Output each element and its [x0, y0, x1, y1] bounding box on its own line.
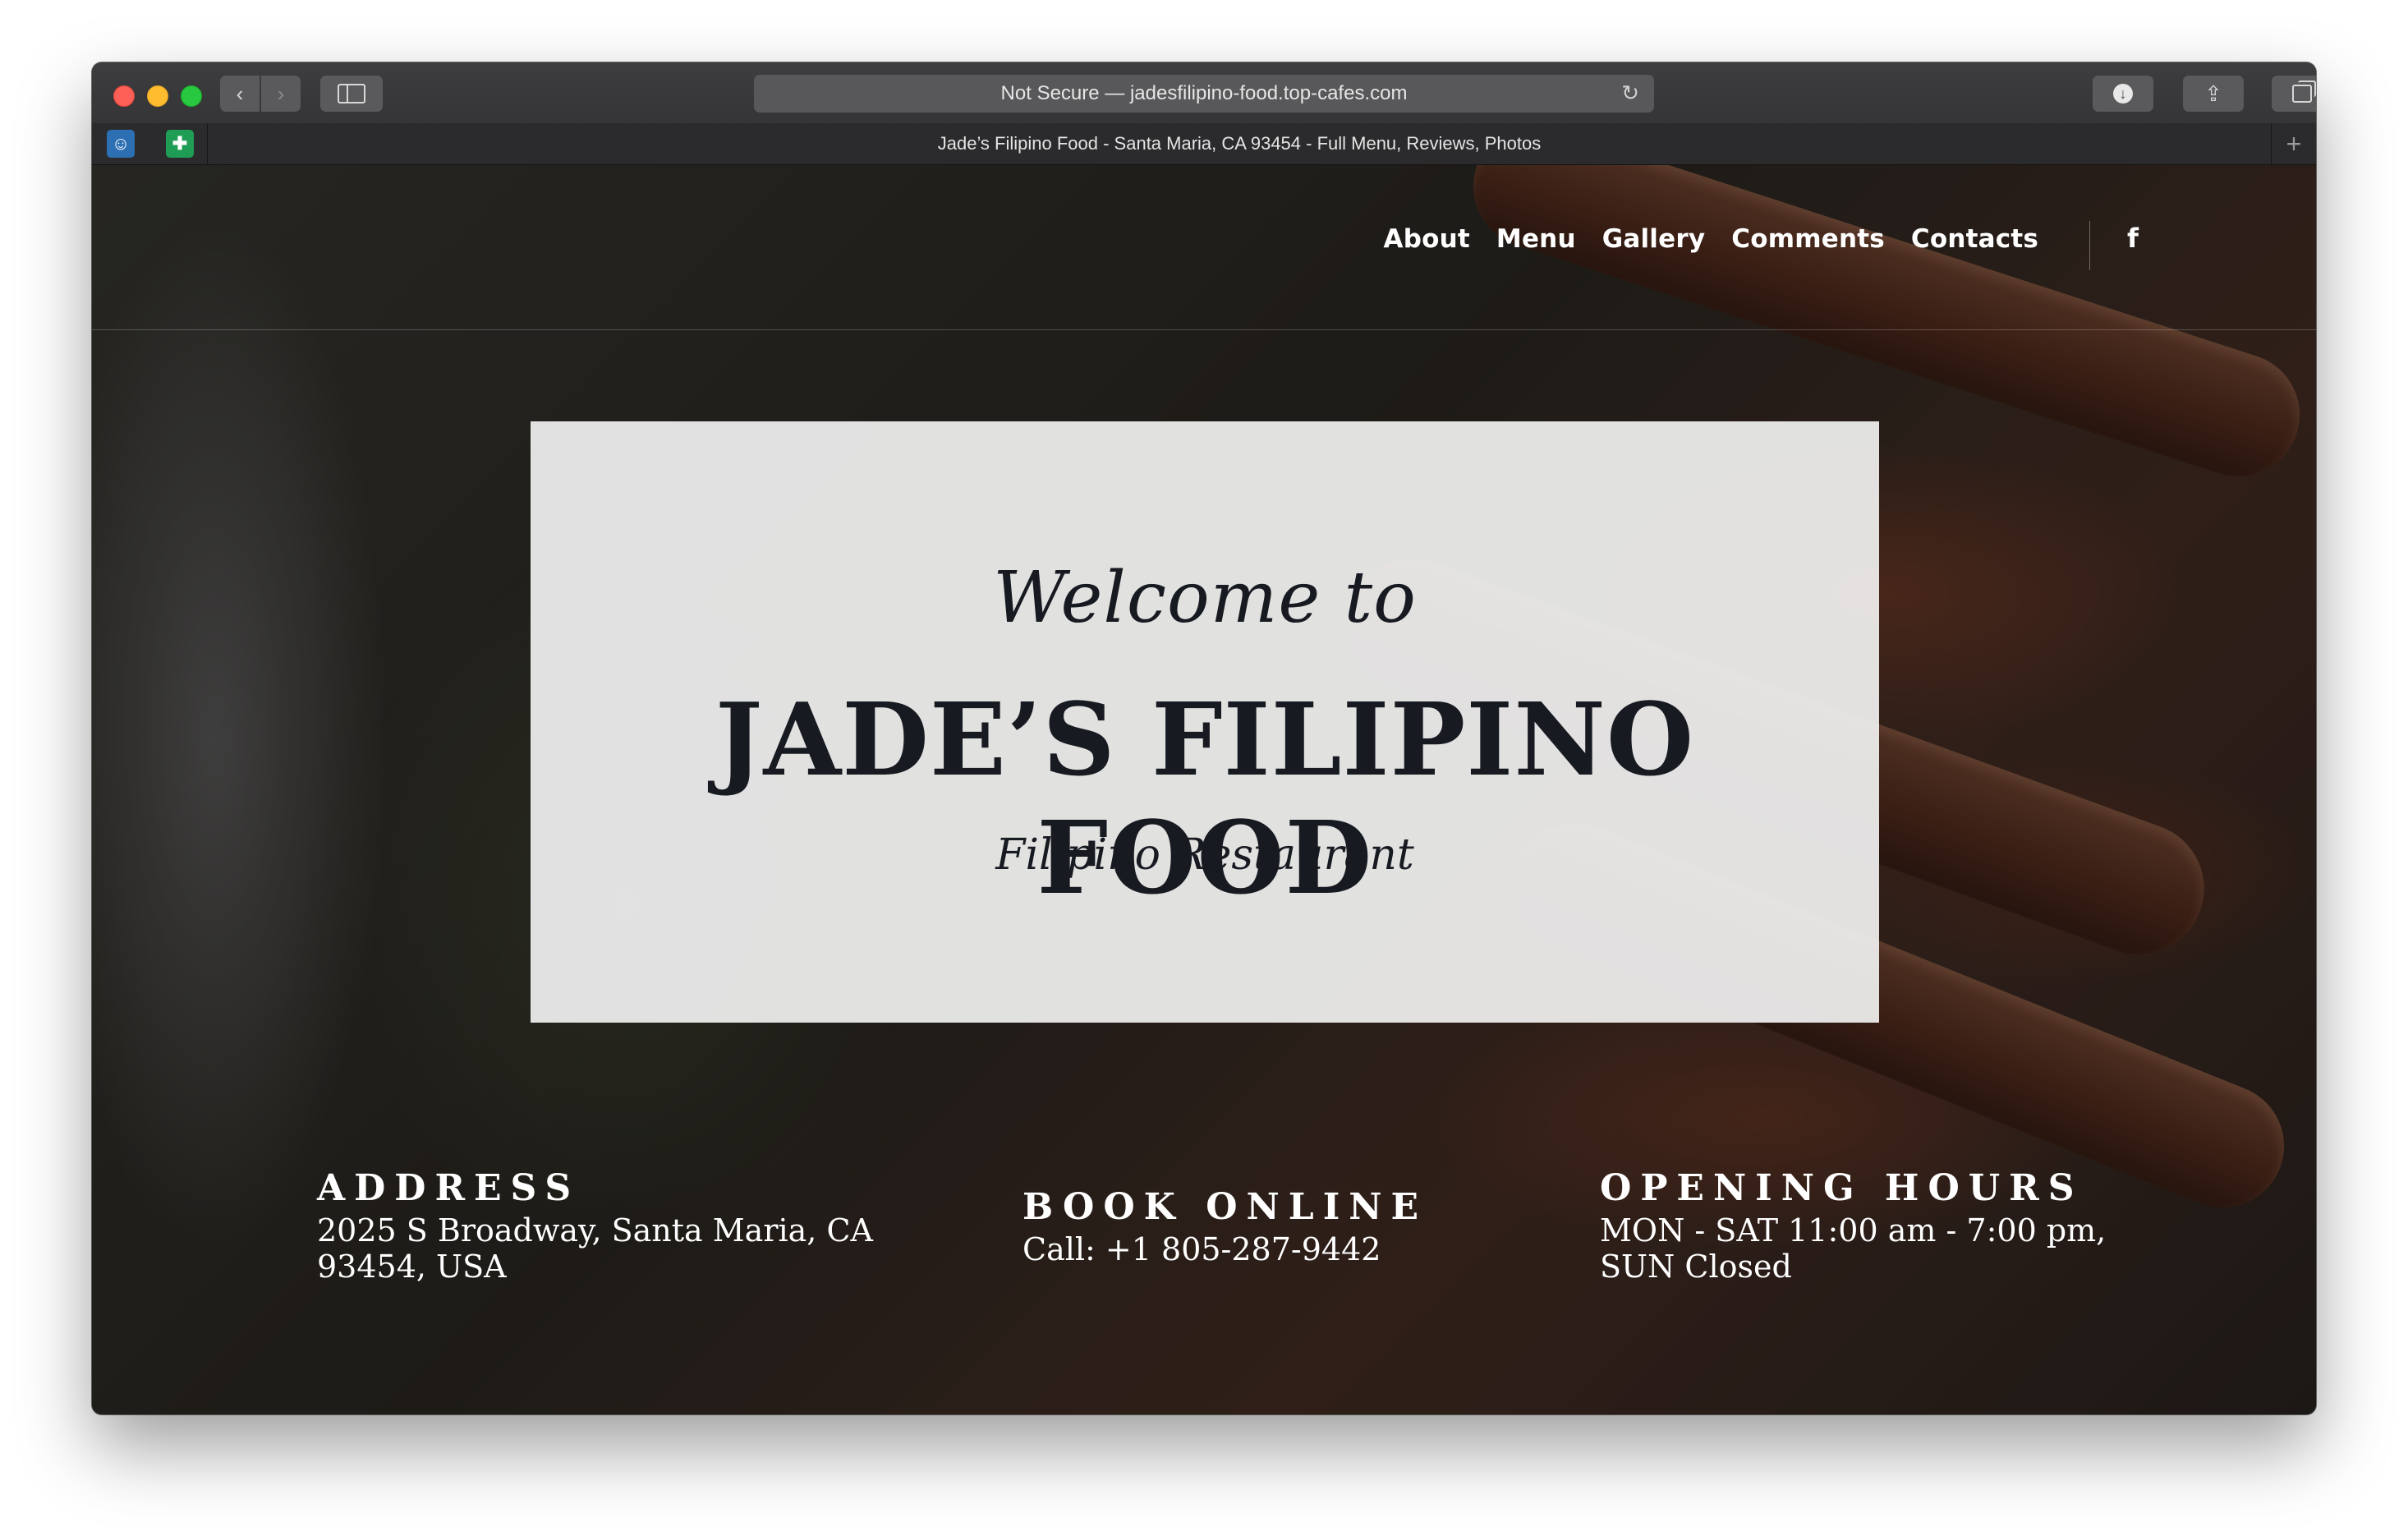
nav-divider [2089, 221, 2090, 270]
tabs-icon [2292, 80, 2316, 103]
browser-window: ‹ › Not Secure — jadesfilipino-food.top-… [92, 62, 2316, 1414]
zoom-window-button[interactable] [181, 85, 202, 107]
site-header: About Menu Gallery Comments Contacts f [92, 165, 2316, 330]
address-text: Not Secure — jadesfilipino-food.top-cafe… [1000, 82, 1408, 104]
hero-card: Welcome to JADE’S FILIPINO FOOD Filipino… [531, 421, 1879, 1023]
browser-toolbar: ‹ › Not Secure — jadesfilipino-food.top-… [92, 62, 2316, 124]
address-heading: ADDRESS [317, 1167, 581, 1209]
plus-icon: + [2286, 128, 2302, 159]
opening-hours-heading: OPENING HOURS [1600, 1167, 2084, 1209]
forward-button[interactable]: › [261, 76, 301, 112]
restaurant-name: JADE’S FILIPINO FOOD [715, 680, 1695, 917]
back-button[interactable]: ‹ [220, 76, 260, 112]
new-tab-button[interactable]: + [2271, 123, 2316, 164]
chevron-left-icon: ‹ [236, 80, 244, 106]
pinned-tab-1[interactable]: ☺ [107, 130, 135, 158]
sidebar-toggle-button[interactable] [320, 76, 383, 112]
chevron-right-icon: › [277, 80, 285, 106]
web-page: About Menu Gallery Comments Contacts f W… [92, 165, 2316, 1414]
nav-about[interactable]: About [1384, 224, 1470, 254]
minimize-window-button[interactable] [147, 85, 168, 107]
nav-gallery[interactable]: Gallery [1602, 224, 1706, 254]
address-text: 2025 S Broadway, Santa Maria, CA 93454, … [317, 1212, 873, 1285]
sidebar-icon [338, 84, 365, 103]
tab-divider [207, 123, 208, 164]
tab-title: Jade’s Filipino Food - Santa Maria, CA 9… [937, 133, 1542, 154]
nav-contacts[interactable]: Contacts [1911, 224, 2038, 254]
hero-welcome: Welcome to [993, 557, 1417, 639]
download-icon: ↓ [2113, 84, 2133, 103]
book-online-block: BOOK ONLINE Call: +1 805-287-9442 [1022, 1186, 1548, 1267]
pinned-tab-2[interactable]: ✚ [166, 130, 194, 158]
phone-link[interactable]: Call: +1 805-287-9442 [1022, 1231, 1548, 1267]
nav-menu[interactable]: Menu [1496, 224, 1576, 254]
reload-icon[interactable]: ↻ [1621, 80, 1639, 106]
book-online-heading: BOOK ONLINE [1022, 1186, 1428, 1228]
address-bar[interactable]: Not Secure — jadesfilipino-food.top-cafe… [754, 75, 1654, 113]
opening-hours-text: MON - SAT 11:00 am - 7:00 pm, SUN Closed [1600, 1212, 2107, 1285]
main-nav: About Menu Gallery Comments Contacts [1384, 224, 2038, 254]
close-window-button[interactable] [113, 85, 135, 107]
nav-comments[interactable]: Comments [1731, 224, 1885, 254]
restaurant-tagline: Filipino Restaurant [995, 830, 1414, 880]
tab-overview-button[interactable] [2272, 76, 2316, 112]
opening-hours-block: OPENING HOURS MON - SAT 11:00 am - 7:00 … [1600, 1167, 2125, 1285]
tab-bar: ☺ ✚ Jade’s Filipino Food - Santa Maria, … [92, 123, 2316, 165]
downloads-button[interactable]: ↓ [2093, 76, 2153, 112]
facebook-icon[interactable]: f [2127, 223, 2139, 254]
share-icon: ⇪ [2204, 80, 2222, 106]
address-block: ADDRESS 2025 S Broadway, Santa Maria, CA… [317, 1167, 892, 1285]
active-tab[interactable]: Jade’s Filipino Food - Santa Maria, CA 9… [209, 123, 2270, 164]
share-button[interactable]: ⇪ [2183, 76, 2244, 112]
